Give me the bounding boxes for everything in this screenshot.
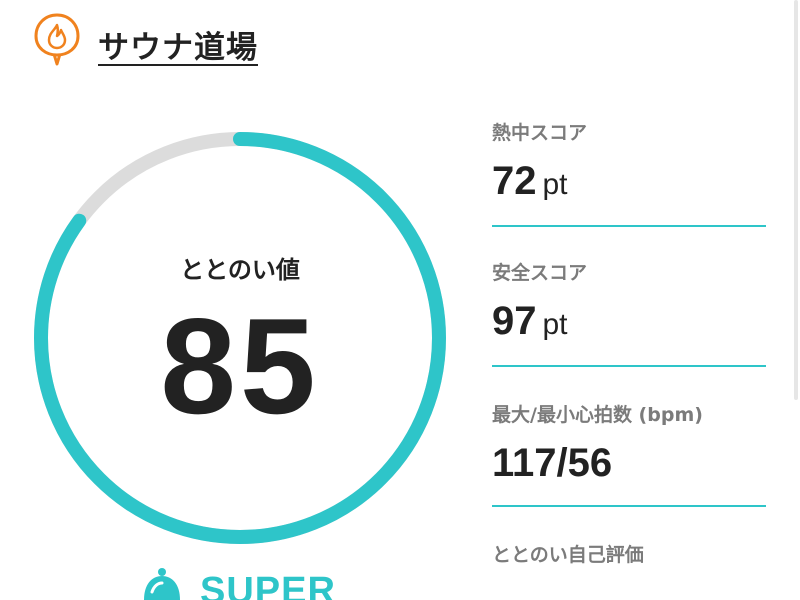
stat-label: 安全スコア	[492, 262, 588, 284]
stat-divider	[492, 225, 766, 227]
flame-pin-icon	[32, 12, 82, 70]
stat-number: 97	[492, 299, 537, 343]
stat-label: 熱中スコア	[492, 122, 588, 144]
stat-value: 97 pt	[492, 301, 766, 341]
stat-number: 72	[492, 159, 537, 203]
stat-unit: pt	[542, 168, 568, 201]
scrollbar[interactable]	[794, 0, 798, 400]
bell-icon	[134, 566, 190, 600]
stat-value: 72 pt	[492, 161, 766, 201]
stat-label: ととのい自己評価	[492, 544, 644, 566]
totonoi-gauge: ととのい値 85	[30, 128, 450, 548]
sauna-dojo-result-screen: サウナ道場 ととのい値 85 SUPER 熱中スコア 72 pt 安全スコア 97…	[0, 0, 800, 600]
stat-number: 117/56	[492, 441, 613, 485]
gauge-value: 85	[160, 290, 320, 442]
stat-divider	[492, 505, 766, 507]
stat-safety-score: 安全スコア 97 pt	[492, 258, 766, 367]
stat-heart-rate: 最大/最小心拍数 (bpm) 117/56	[492, 400, 766, 507]
rating-text: SUPER	[200, 570, 336, 600]
stat-value: 117/56	[492, 443, 766, 483]
gauge-label: ととのい値	[180, 256, 300, 284]
stat-self-rating: ととのい自己評価	[492, 540, 766, 567]
stat-unit: pt	[542, 308, 568, 341]
stat-label: 最大/最小心拍数 (bpm)	[492, 404, 703, 426]
app-title[interactable]: サウナ道場	[98, 22, 258, 67]
stat-divider	[492, 365, 766, 367]
stat-heat-score: 熱中スコア 72 pt	[492, 118, 766, 227]
